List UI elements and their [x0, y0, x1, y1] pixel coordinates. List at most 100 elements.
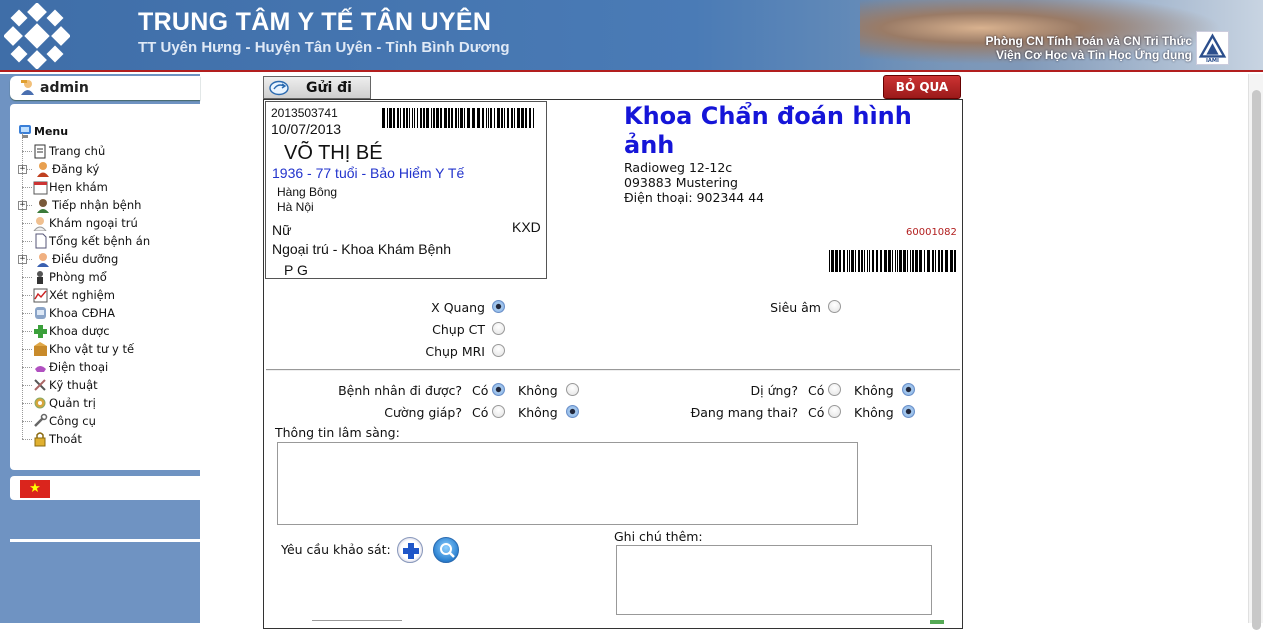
survey-request-label: Yêu cầu khảo sát: [281, 542, 391, 557]
lock-icon [34, 432, 46, 447]
pregnant-yes-radio[interactable] [828, 405, 841, 418]
walk-no-radio[interactable] [566, 383, 579, 396]
send-icon [269, 80, 289, 96]
calendar-icon [33, 181, 48, 195]
sidebar-item-label: Phòng mổ [49, 270, 107, 284]
walk-yes-label: Có [472, 383, 489, 398]
left-sidebar: admin Menu Trang chủ + Đăng ký Hẹn khám + Tiế… [0, 74, 200, 623]
notes-textarea[interactable] [616, 545, 932, 615]
tools-icon [34, 379, 46, 391]
sidebar-item[interactable]: Quản trị [18, 385, 193, 412]
site-title: TRUNG TÂM Y TẾ TÂN UYÊN [138, 8, 492, 36]
sieuam-label: Siêu âm [770, 300, 821, 315]
page-scrollbar[interactable] [1248, 74, 1263, 630]
notes-label: Ghi chú thêm: [614, 529, 703, 544]
walk-question-label: Bệnh nhân đi được? [338, 383, 462, 398]
ct-radio[interactable] [492, 322, 505, 335]
order-barcode-icon [829, 250, 956, 272]
allergy-no-radio[interactable] [902, 383, 915, 396]
tree-connector [22, 277, 23, 295]
tree-connector [22, 151, 32, 152]
sidebar-item[interactable]: Tổng kết bệnh án [18, 223, 193, 250]
allergy-yes-label: Có [808, 383, 825, 398]
tree-connector [22, 331, 23, 349]
tree-connector [22, 403, 32, 404]
patient-pg: P G [284, 262, 308, 278]
patient-code: KXD [512, 219, 541, 235]
department-title: Khoa Chẩn đoán hình ảnh [624, 102, 912, 159]
sidebar-item[interactable]: Trang chủ [18, 133, 193, 160]
sidebar-divider [10, 539, 200, 542]
tree-connector [22, 349, 23, 367]
sieuam-radio[interactable] [828, 300, 841, 313]
computer-icon [19, 125, 31, 138]
document-icon [35, 233, 47, 249]
iami-logo-text: IAMI [1206, 58, 1219, 64]
sidebar-item-label: Thoát [49, 432, 82, 446]
language-box: ★ [10, 476, 200, 500]
thyroid-yes-radio[interactable] [492, 405, 505, 418]
sidebar-item[interactable]: Điện thoại [18, 349, 193, 376]
sidebar-item[interactable]: + Điều dưỡng [18, 241, 193, 268]
thyroid-no-radio[interactable] [566, 405, 579, 418]
cancel-button[interactable]: BỎ QUA [883, 75, 961, 99]
doctor-icon [33, 217, 47, 231]
sidebar-item[interactable]: + Đăng ký [18, 151, 193, 178]
sidebar-item[interactable]: Thoát [18, 421, 193, 448]
tree-connector [22, 385, 23, 403]
send-label: Gửi đi [306, 80, 352, 96]
sidebar-item[interactable]: Khoa dược [18, 313, 193, 340]
user-box[interactable]: admin [10, 76, 200, 100]
request-form: 2013503741 10/07/2013 VÕ THỊ BÉ 1936 - 7… [263, 99, 963, 629]
patient-address-line1: Hàng Bông [277, 185, 338, 199]
tree-connector [22, 133, 23, 151]
xquang-radio[interactable] [492, 300, 505, 313]
send-button[interactable]: Gửi đi [263, 76, 371, 99]
patient-id: 2013503741 [271, 106, 338, 120]
phone-icon [35, 366, 46, 372]
pregnant-yes-label: Có [808, 405, 825, 420]
patient-card: 2013503741 10/07/2013 VÕ THỊ BÉ 1936 - 7… [265, 101, 547, 279]
vietnam-flag-icon[interactable]: ★ [20, 480, 50, 498]
tree-connector [22, 241, 32, 242]
walk-yes-radio[interactable] [492, 383, 505, 396]
search-survey-button[interactable] [433, 537, 459, 563]
allergy-yes-radio[interactable] [828, 383, 841, 396]
pregnant-no-radio[interactable] [902, 405, 915, 418]
header-banner: TRUNG TÂM Y TẾ TÂN UYÊN TT Uyên Hưng - H… [0, 0, 1263, 72]
imaging-icon [35, 307, 46, 319]
patient-department: Ngoại trú - Khoa Khám Bệnh [272, 241, 451, 257]
mri-label: Chụp MRI [425, 344, 485, 359]
scrollbar-thumb[interactable] [1252, 90, 1261, 630]
patient-birth-insurance: 1936 - 77 tuổi - Bảo Hiểm Y Tế [272, 165, 465, 181]
org-name-line1: Phòng CN Tính Toán và CN Tri Thức [985, 34, 1192, 48]
patient-address-line2: Hà Nội [277, 200, 314, 214]
sidebar-item[interactable]: Phòng mổ [18, 259, 193, 286]
section-divider [266, 369, 960, 371]
department-address-line2: 093883 Mustering [624, 175, 738, 190]
sidebar-item[interactable]: Khoa CĐHA [18, 295, 193, 322]
plus-icon [403, 543, 419, 559]
sidebar-item-label: Khám ngoại trú [49, 216, 138, 230]
allergy-question-label: Dị ứng? [750, 383, 799, 398]
tree-connector [22, 367, 23, 385]
sidebar-item[interactable]: Xét nghiệm [18, 277, 193, 304]
tree-connector [22, 403, 23, 421]
mri-radio[interactable] [492, 344, 505, 357]
sidebar-item[interactable]: Công cụ [18, 403, 193, 430]
tree-connector [22, 169, 23, 187]
sidebar-item-label: Điện thoại [49, 360, 109, 374]
site-subtitle: TT Uyên Hưng - Huyện Tân Uyên - Tỉnh Bìn… [138, 39, 510, 56]
tree-connector [22, 439, 32, 440]
clinical-info-textarea[interactable] [277, 442, 858, 525]
reception-icon [37, 199, 49, 213]
sidebar-item[interactable]: Hẹn khám [18, 169, 193, 196]
surgery-icon [37, 271, 43, 284]
sidebar-item[interactable]: Kho vật tư y tế [18, 331, 193, 358]
sidebar-item-label: Kỹ thuật [49, 378, 98, 392]
sidebar-item[interactable]: + Tiếp nhận bệnh [18, 187, 193, 214]
sidebar-item[interactable]: Khám ngoại trú [18, 205, 193, 232]
sidebar-item-label: Khoa CĐHA [49, 306, 116, 320]
add-survey-button[interactable] [397, 537, 423, 563]
sidebar-item[interactable]: Kỹ thuật [18, 367, 193, 394]
